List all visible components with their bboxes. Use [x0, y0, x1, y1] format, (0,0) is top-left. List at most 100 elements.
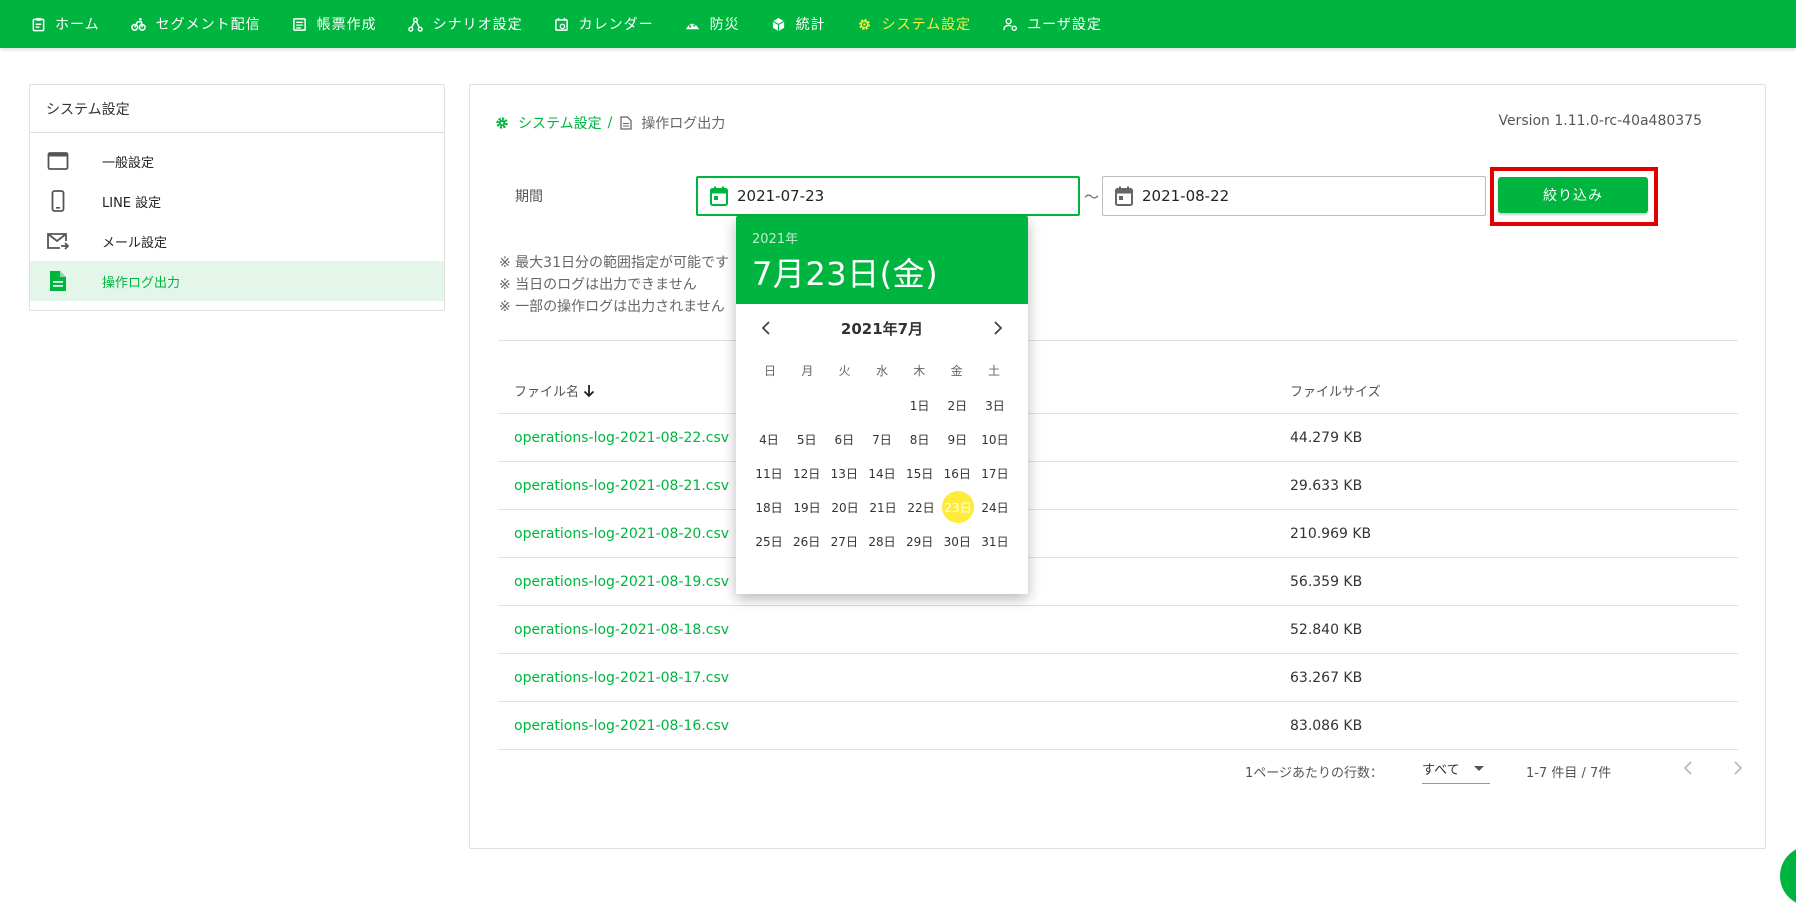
- day-cell[interactable]: 6日: [827, 424, 861, 454]
- document-icon: [620, 116, 632, 130]
- nav-label: 統計: [795, 17, 826, 33]
- day-cell[interactable]: 1日: [903, 390, 937, 420]
- day-cell[interactable]: 18日: [752, 492, 786, 522]
- document-icon: [46, 269, 70, 293]
- sidebar-item-label: メール設定: [102, 235, 168, 251]
- sidebar-item-line[interactable]: LINE 設定: [30, 181, 444, 221]
- week-row: 25日 26日 27日 28日 29日 30日 31日: [752, 524, 1012, 558]
- sidebar-title: システム設定: [30, 85, 444, 133]
- nav-label: セグメント配信: [155, 17, 261, 33]
- nav-item-home[interactable]: ホーム: [30, 14, 100, 34]
- day-cell[interactable]: 8日: [903, 424, 937, 454]
- nav-item-system-settings[interactable]: システム設定: [857, 14, 972, 34]
- nav-item-user-settings[interactable]: ユーザ設定: [1002, 14, 1102, 34]
- day-cell[interactable]: 31日: [978, 526, 1012, 556]
- start-date-value: 2021-07-23: [737, 187, 825, 205]
- nav-label: ホーム: [55, 17, 100, 33]
- day-cell[interactable]: 19日: [790, 492, 824, 522]
- start-date-field[interactable]: 2021-07-23: [696, 176, 1080, 216]
- sidebar-item-mail[interactable]: メール設定: [30, 221, 444, 261]
- day-cell[interactable]: 21日: [866, 492, 900, 522]
- day-cell[interactable]: 7日: [865, 424, 899, 454]
- divider: [498, 340, 1738, 341]
- day-cell[interactable]: 16日: [940, 458, 974, 488]
- day-cell[interactable]: 24日: [978, 492, 1012, 522]
- day-cell[interactable]: 13日: [827, 458, 861, 488]
- breadcrumb-current-label: 操作ログ出力: [641, 116, 726, 132]
- file-link[interactable]: operations-log-2021-08-18.csv: [498, 622, 1290, 638]
- file-size: 83.086 KB: [1290, 717, 1363, 734]
- day-cell[interactable]: 12日: [790, 458, 824, 488]
- nav-item-stats[interactable]: 統計: [771, 14, 826, 34]
- day-cell[interactable]: 29日: [903, 526, 937, 556]
- day-cell[interactable]: 10日: [978, 424, 1012, 454]
- day-cell[interactable]: 26日: [790, 526, 824, 556]
- day-cell[interactable]: 28日: [865, 526, 899, 556]
- breadcrumb-system-settings[interactable]: システム設定: [495, 113, 602, 133]
- day-cell[interactable]: 14日: [865, 458, 899, 488]
- page-range-text: 1-7 件目 / 7件: [1526, 766, 1612, 781]
- file-link[interactable]: operations-log-2021-08-16.csv: [498, 718, 1290, 734]
- breadcrumb-current: 操作ログ出力: [620, 113, 725, 133]
- day-cell[interactable]: 25日: [752, 526, 786, 556]
- day-cell-empty: [752, 390, 786, 420]
- rows-per-page-select[interactable]: すべて: [1422, 754, 1490, 784]
- column-label: ファイル名: [514, 385, 580, 400]
- breadcrumb-separator: /: [607, 115, 613, 131]
- sidebar-item-operation-log[interactable]: 操作ログ出力: [30, 261, 444, 301]
- weekday-label: 土: [987, 363, 1000, 378]
- end-date-field[interactable]: 2021-08-22: [1102, 176, 1486, 216]
- weekday-label: 月: [801, 363, 814, 378]
- phone-icon: [46, 189, 70, 213]
- disaster-icon: [685, 16, 701, 32]
- breadcrumb-label: システム設定: [518, 116, 602, 132]
- day-cell-empty: [865, 390, 899, 420]
- chevron-right-icon: [994, 321, 1002, 335]
- nav-item-scenario[interactable]: シナリオ設定: [408, 14, 523, 34]
- next-page-button[interactable]: [1726, 756, 1750, 780]
- day-cell[interactable]: 22日: [904, 492, 938, 522]
- end-date-value: 2021-08-22: [1142, 187, 1230, 205]
- tilde-separator: ～: [1084, 188, 1100, 206]
- sidebar-item-general[interactable]: 一般設定: [30, 141, 444, 181]
- nav-item-calendar[interactable]: カレンダー: [554, 14, 654, 34]
- rows-per-page-value: すべて: [1422, 763, 1460, 778]
- file-size: 52.840 KB: [1290, 621, 1363, 638]
- day-cell[interactable]: 4日: [752, 424, 786, 454]
- date-picker-year[interactable]: 2021年: [752, 228, 1012, 247]
- file-size: 29.633 KB: [1290, 477, 1363, 494]
- filter-button[interactable]: 絞り込み: [1498, 177, 1648, 213]
- prev-page-button[interactable]: [1676, 756, 1700, 780]
- floating-action-button[interactable]: [1780, 846, 1796, 906]
- day-cell[interactable]: 30日: [940, 526, 974, 556]
- week-row: 11日 12日 13日 14日 15日 16日 17日: [752, 456, 1012, 490]
- weekday-label: 水: [875, 363, 888, 378]
- prev-month-button[interactable]: [754, 316, 778, 340]
- date-picker-month-label[interactable]: 2021年7月: [841, 318, 923, 339]
- day-cell[interactable]: 17日: [978, 458, 1012, 488]
- sidebar-item-label: 一般設定: [102, 155, 155, 171]
- day-cell[interactable]: 27日: [827, 526, 861, 556]
- arrow-down-icon: [583, 384, 595, 398]
- table-row: operations-log-2021-08-17.csv 63.267 KB: [498, 654, 1738, 702]
- period-label: 期間: [515, 189, 543, 205]
- chevron-right-icon: [1734, 761, 1742, 775]
- day-cell[interactable]: 5日: [790, 424, 824, 454]
- note-line: ※ 当日のログは出力できません: [499, 277, 697, 293]
- breadcrumb: システム設定 / 操作ログ出力: [495, 113, 725, 133]
- next-month-button[interactable]: [986, 316, 1010, 340]
- nav-item-segment[interactable]: セグメント配信: [131, 14, 261, 34]
- nav-item-disaster[interactable]: 防災: [685, 14, 740, 34]
- table-row: operations-log-2021-08-16.csv 83.086 KB: [498, 702, 1738, 750]
- file-link[interactable]: operations-log-2021-08-17.csv: [498, 670, 1290, 686]
- day-cell[interactable]: 2日: [940, 390, 974, 420]
- day-cell[interactable]: 11日: [752, 458, 786, 488]
- day-cell[interactable]: 9日: [940, 424, 974, 454]
- day-cell[interactable]: 3日: [978, 390, 1012, 420]
- day-cell[interactable]: 20日: [828, 492, 862, 522]
- table-footer: 1ページあたりの行数： すべて 1-7 件目 / 7件: [498, 750, 1742, 790]
- day-cell-selected[interactable]: 23日: [942, 491, 974, 523]
- day-cell[interactable]: 15日: [903, 458, 937, 488]
- sidebar-item-label: LINE 設定: [102, 195, 162, 211]
- nav-item-forms[interactable]: 帳票作成: [292, 14, 377, 34]
